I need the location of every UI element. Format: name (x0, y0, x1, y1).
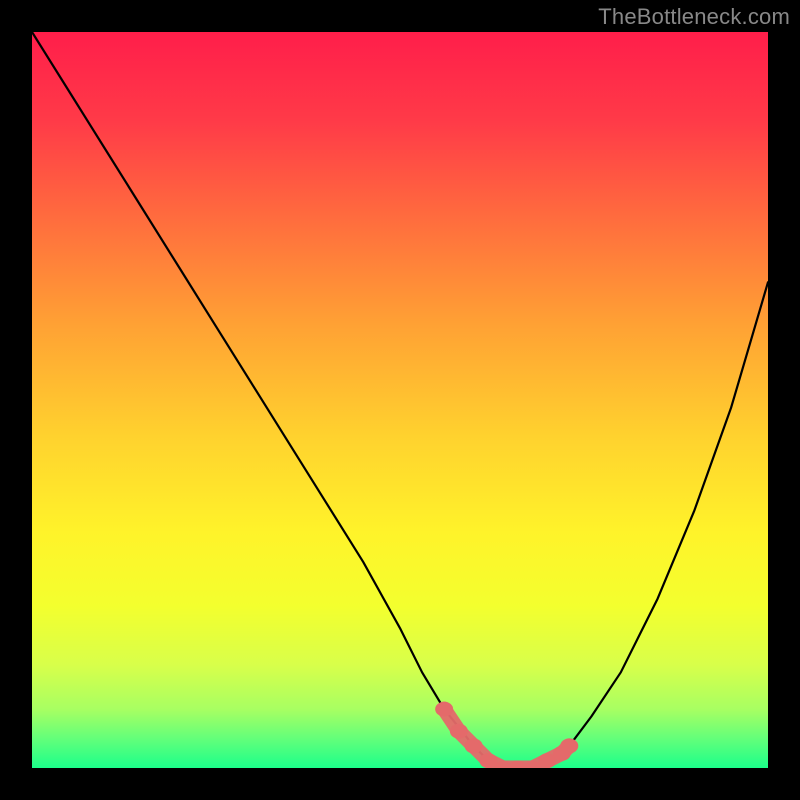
highlight-marker (450, 724, 468, 739)
highlight-marker (465, 738, 483, 753)
highlight-marker (435, 702, 453, 717)
plot-area (32, 32, 768, 768)
chart-svg (32, 32, 768, 768)
highlight-marker (560, 738, 578, 753)
chart-frame: TheBottleneck.com (0, 0, 800, 800)
gradient-background (32, 32, 768, 768)
watermark-text: TheBottleneck.com (598, 4, 790, 30)
